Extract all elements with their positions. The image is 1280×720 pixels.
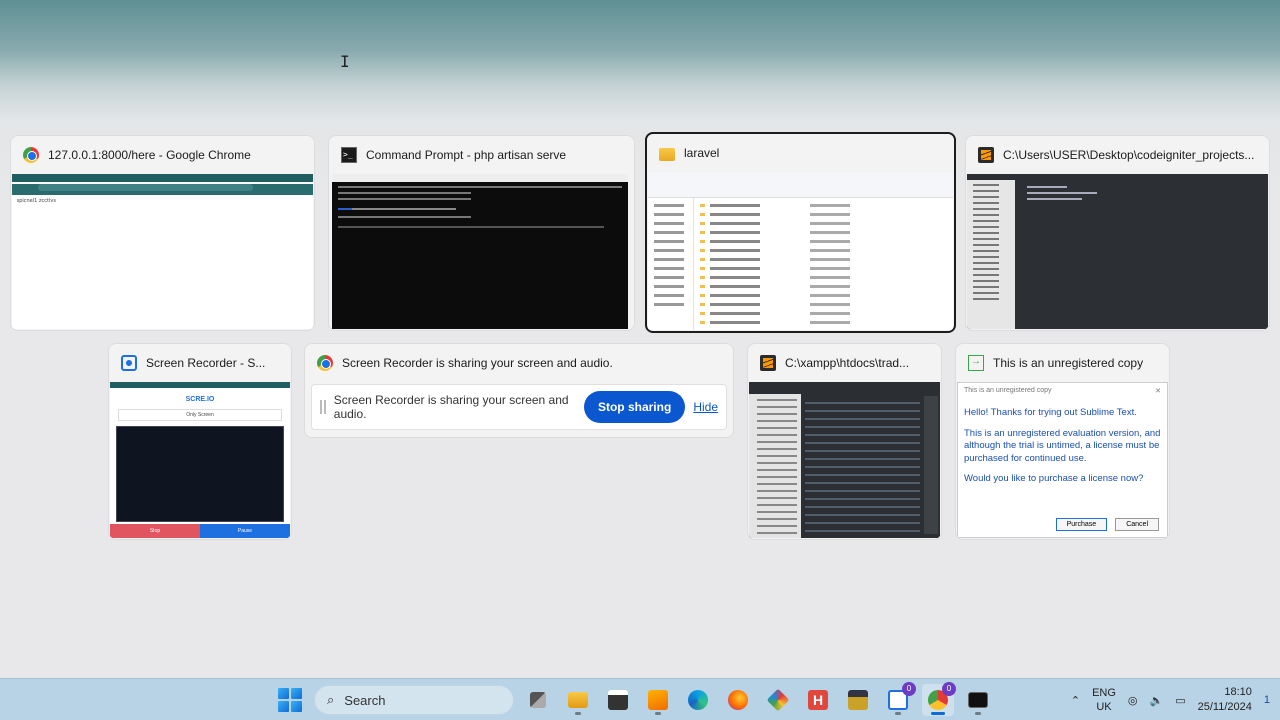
arrow-box-icon: → bbox=[968, 355, 984, 371]
medal-icon bbox=[848, 690, 868, 710]
window-card-chrome[interactable]: 127.0.0.1:8000/here - Google Chrome spic… bbox=[10, 135, 315, 331]
window-card-unregistered-dialog[interactable]: → This is an unregistered copy This is a… bbox=[955, 343, 1170, 540]
system-tray: ⌃ ENG UK ◎ 🔈 ▭ 18:10 25/11/2024 1 bbox=[1071, 679, 1270, 720]
edge-button[interactable] bbox=[682, 684, 714, 716]
windows-logo-icon bbox=[278, 688, 302, 712]
task-view-icon bbox=[530, 692, 546, 708]
dialog-line-2: This is an unregistered evaluation versi… bbox=[964, 427, 1161, 464]
app-diamond-button[interactable] bbox=[762, 684, 794, 716]
app-h-button[interactable]: H bbox=[802, 684, 834, 716]
diamond-icon bbox=[766, 688, 790, 712]
chrome-icon bbox=[23, 147, 39, 163]
window-thumbnail bbox=[967, 174, 1268, 329]
dialog-line-1: Hello! Thanks for trying out Sublime Tex… bbox=[964, 407, 1137, 418]
window-thumbnail bbox=[332, 174, 628, 329]
chevron-up-icon[interactable]: ⌃ bbox=[1071, 694, 1080, 707]
close-icon: ✕ bbox=[1155, 388, 1161, 395]
window-card-sublime-text[interactable]: C:\Users\USER\Desktop\codeigniter_projec… bbox=[965, 135, 1270, 331]
volume-icon[interactable]: 🔈 bbox=[1150, 694, 1164, 707]
h-icon: H bbox=[808, 690, 828, 710]
window-thumbnail: SCRE.IO Only Screen Stop Pause bbox=[110, 382, 290, 538]
window-card-screen-recorder[interactable]: Screen Recorder - S... SCRE.IO Only Scre… bbox=[108, 343, 292, 540]
command-prompt-icon: >_ bbox=[341, 147, 357, 163]
chrome-taskbar-button[interactable]: 0 bbox=[922, 682, 956, 716]
language-indicator[interactable]: ENG UK bbox=[1092, 686, 1116, 714]
folder-icon bbox=[568, 692, 588, 708]
drag-handle-icon[interactable] bbox=[320, 400, 326, 414]
window-thumbnail bbox=[648, 172, 953, 330]
folder-icon bbox=[659, 147, 675, 161]
sublime-text-icon bbox=[648, 690, 668, 710]
clock[interactable]: 18:10 25/11/2024 bbox=[1198, 685, 1252, 715]
sharing-notification: Screen Recorder is sharing your screen a… bbox=[311, 384, 727, 430]
network-icon[interactable]: ◎ bbox=[1128, 694, 1138, 707]
window-thumbnail bbox=[749, 382, 940, 538]
window-title: C:\xampp\htdocs\trad... bbox=[785, 356, 910, 370]
terminal-icon bbox=[968, 692, 988, 708]
window-card-sublime-xampp[interactable]: C:\xampp\htdocs\trad... bbox=[747, 343, 942, 540]
sublime-text-icon bbox=[760, 355, 776, 371]
search-icon: ⌕ bbox=[327, 692, 335, 707]
screen-recorder-taskbar-button[interactable]: 0 bbox=[882, 682, 916, 716]
dialog-line-3: Would you like to purchase a license now… bbox=[964, 473, 1144, 484]
firefox-icon bbox=[728, 690, 748, 710]
notification-badge: 0 bbox=[902, 682, 916, 696]
window-card-file-explorer[interactable]: laravel bbox=[645, 132, 956, 333]
notification-badge: 0 bbox=[942, 682, 956, 696]
taskbar-search[interactable]: ⌕ Search bbox=[314, 685, 514, 715]
window-title: Command Prompt - php artisan serve bbox=[366, 148, 567, 162]
hide-link[interactable]: Hide bbox=[693, 400, 718, 414]
window-thumbnail: This is an unregistered copy ✕ Hello! Tha… bbox=[957, 382, 1168, 538]
purchase-button: Purchase bbox=[1055, 518, 1108, 531]
task-view-button[interactable] bbox=[522, 684, 554, 716]
file-explorer-button[interactable] bbox=[562, 684, 594, 716]
cancel-button: Cancel bbox=[1115, 518, 1159, 531]
sharing-message: Screen Recorder is sharing your screen a… bbox=[333, 393, 569, 421]
edge-icon bbox=[688, 690, 708, 710]
chrome-icon bbox=[317, 355, 333, 371]
window-card-sharing-bar[interactable]: Screen Recorder is sharing your screen a… bbox=[304, 343, 734, 438]
battery-icon[interactable]: ▭ bbox=[1175, 694, 1185, 707]
window-title: This is an unregistered copy bbox=[993, 356, 1144, 370]
window-title: C:\Users\USER\Desktop\codeigniter_projec… bbox=[1003, 148, 1255, 162]
notification-count[interactable]: 1 bbox=[1264, 694, 1270, 706]
window-thumbnail: spicnel1 zcctlvs bbox=[12, 174, 313, 329]
app-badge-button[interactable] bbox=[842, 684, 874, 716]
window-title: 127.0.0.1:8000/here - Google Chrome bbox=[48, 148, 251, 162]
window-title: Screen Recorder is sharing your screen a… bbox=[342, 356, 613, 370]
taskbar: ⌕ Search H 0 0 ⌃ ENG UK ◎ 🔈 ▭ 18:10 25/1… bbox=[0, 678, 1280, 720]
sublime-text-icon bbox=[978, 147, 994, 163]
text-cursor-icon: I bbox=[340, 52, 350, 71]
video-editor-button[interactable] bbox=[602, 684, 634, 716]
window-card-command-prompt[interactable]: >_ Command Prompt - php artisan serve bbox=[328, 135, 635, 331]
stop-sharing-button[interactable]: Stop sharing bbox=[583, 391, 686, 423]
window-title: Screen Recorder - S... bbox=[146, 356, 266, 370]
firefox-button[interactable] bbox=[722, 684, 754, 716]
terminal-button[interactable] bbox=[962, 684, 994, 716]
start-button[interactable] bbox=[274, 684, 306, 716]
clapper-icon bbox=[608, 690, 628, 710]
window-title: laravel bbox=[684, 146, 720, 160]
screen-recorder-icon bbox=[121, 355, 137, 371]
sublime-text-button[interactable] bbox=[642, 684, 674, 716]
